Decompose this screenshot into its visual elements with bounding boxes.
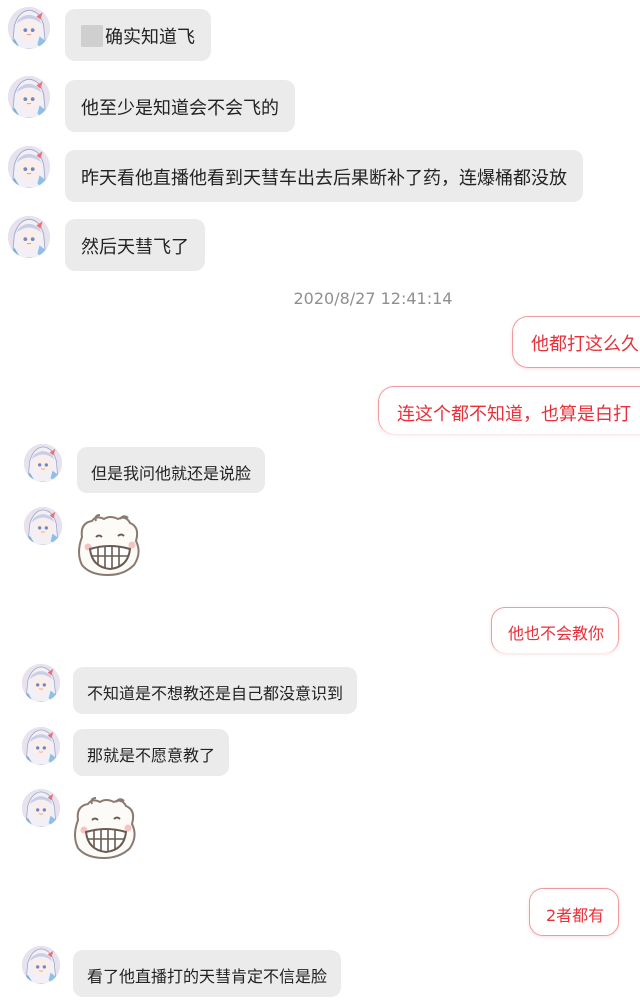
incoming-message: 但是我问他就还是说脸 bbox=[77, 447, 266, 493]
incoming-message: 看了他直播打的天彗肯定不信是脸 bbox=[73, 950, 342, 997]
incoming-message: 他至少是知道会不会飞的 bbox=[65, 80, 295, 132]
message-text: 连这个都不知道，也算是白打 bbox=[397, 404, 631, 425]
redacted-blur bbox=[81, 25, 103, 47]
incoming-message: 那就是不愿意教了 bbox=[73, 729, 230, 776]
bear-grin-sticker[interactable] bbox=[70, 792, 140, 862]
message-text: 确实知道飞 bbox=[105, 27, 195, 48]
message-text: 他至少是知道会不会飞的 bbox=[81, 98, 279, 119]
avatar[interactable] bbox=[22, 946, 60, 984]
avatar[interactable] bbox=[24, 444, 62, 482]
message-text: 2者都有 bbox=[546, 906, 605, 925]
avatar[interactable] bbox=[22, 664, 60, 702]
message-text: 他也不会教你 bbox=[508, 624, 605, 643]
outgoing-message: 2者都有 bbox=[529, 888, 620, 936]
message-text: 那就是不愿意教了 bbox=[87, 746, 216, 765]
avatar[interactable] bbox=[8, 7, 50, 49]
message-text: 但是我问他就还是说脸 bbox=[91, 464, 252, 483]
incoming-message: 确实知道飞 bbox=[65, 9, 211, 61]
outgoing-message: 他也不会教你 bbox=[491, 607, 620, 653]
message-text: 然后天彗飞了 bbox=[81, 237, 189, 258]
message-text: 不知道是不想教还是自己都没意识到 bbox=[87, 684, 344, 703]
bear-grin-sticker[interactable] bbox=[74, 509, 144, 579]
outgoing-message: 连这个都不知道，也算是白打 bbox=[378, 386, 640, 434]
incoming-message: 然后天彗飞了 bbox=[65, 219, 205, 271]
message-timestamp: 2020/8/27 12:41:14 bbox=[293, 289, 453, 308]
avatar[interactable] bbox=[8, 216, 50, 258]
message-text: 看了他直播打的天彗肯定不信是脸 bbox=[87, 967, 328, 986]
message-text: 他都打这么久 bbox=[531, 334, 639, 355]
message-text: 昨天看他直播他看到天彗车出去后果断补了药，连爆桶都没放 bbox=[81, 168, 567, 189]
outgoing-message: 他都打这么久 bbox=[512, 316, 640, 368]
avatar[interactable] bbox=[8, 76, 50, 118]
avatar[interactable] bbox=[22, 727, 60, 765]
incoming-message: 昨天看他直播他看到天彗车出去后果断补了药，连爆桶都没放 bbox=[65, 150, 583, 202]
incoming-message: 不知道是不想教还是自己都没意识到 bbox=[73, 667, 358, 714]
avatar[interactable] bbox=[22, 789, 60, 827]
avatar[interactable] bbox=[8, 146, 50, 188]
avatar[interactable] bbox=[24, 507, 62, 545]
